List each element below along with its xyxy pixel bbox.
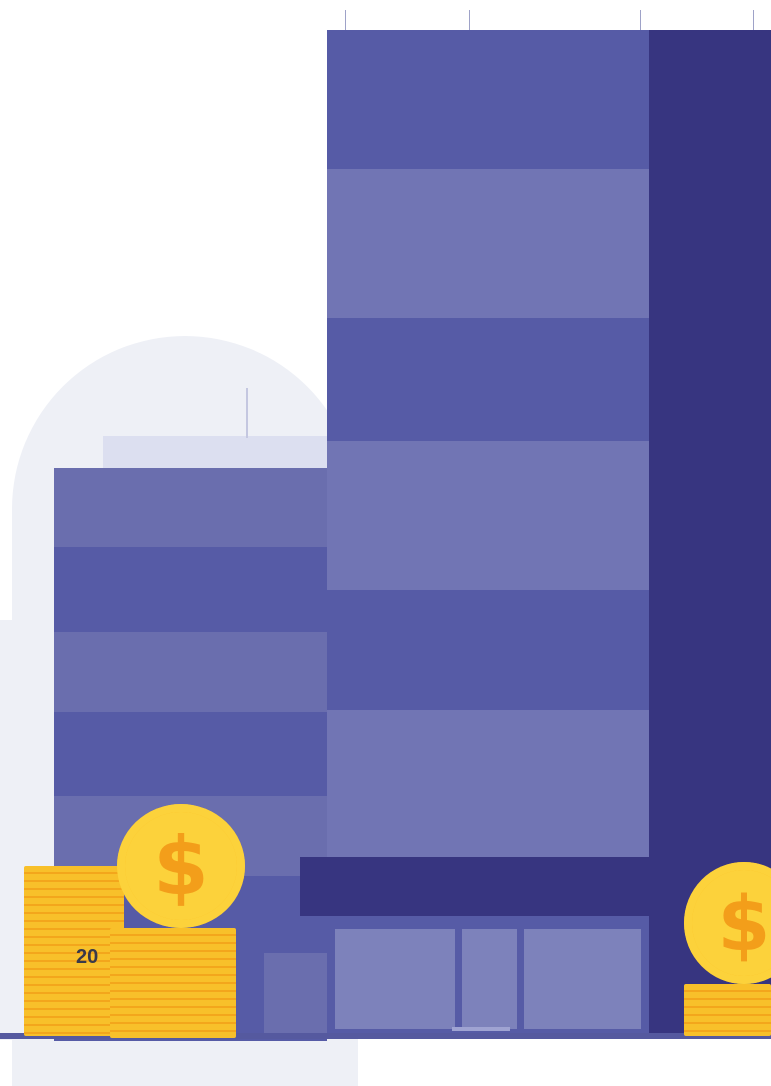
coin-stack-label: 20 [76,946,99,968]
coin-stack-icon [24,866,124,1036]
tower-antenna [753,10,754,32]
coin-stack-icon [110,928,236,1038]
small-building-antenna [246,388,248,438]
coin-stack-icon [684,984,771,1036]
lobby-door [462,929,517,1029]
dollar-sign: $ [153,819,209,913]
small-building-roof [103,436,327,468]
lobby-window-right [524,929,641,1029]
tower-antenna [345,10,346,32]
tower-antenna [469,10,470,32]
lobby-window-left [335,929,455,1029]
tower-antenna [640,10,641,32]
door-step [452,1027,510,1031]
tower-canopy [300,857,660,916]
dollar-sign: $ [717,878,771,968]
dollar-coin-icon: $ [117,804,245,928]
